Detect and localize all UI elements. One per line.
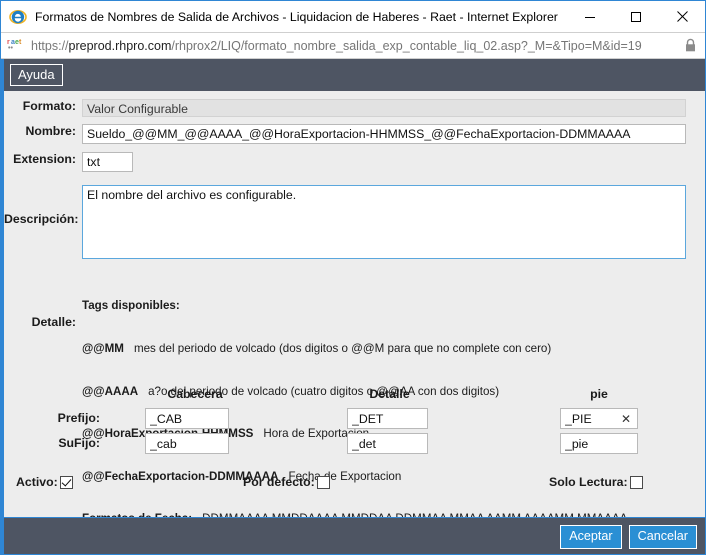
url-host: preprod.rhpro.com [68,38,172,53]
tags-title: Tags disponibles: [82,299,180,313]
sufijo-pie-input[interactable] [560,433,638,454]
tag-name: @@MM [82,342,124,356]
sufijo-cabecera-input[interactable] [145,433,229,454]
tag-line: @@MM mes del periodo de volcado (dos digi… [82,342,627,356]
option-solo-lectura[interactable]: Solo Lectura: [549,475,643,489]
help-button[interactable]: Ayuda [10,64,63,86]
column-header-cabecera: Cabecera [167,387,223,401]
affix-table: Cabecera Detalle pie Prefijo: ✕ SuFijo: [4,387,705,457]
detalle-label: Detalle: [31,315,76,329]
cancel-button[interactable]: Cancelar [628,524,697,549]
close-icon[interactable] [659,1,705,32]
field-row-descripcion: Descripción: El nombre del archivo es co… [4,185,705,259]
internet-explorer-icon [9,8,27,26]
extension-input[interactable] [82,152,133,172]
option-por-defecto[interactable]: Por defecto: [243,475,330,489]
clear-icon[interactable]: ✕ [621,413,631,425]
nombre-label: Nombre: [25,124,76,138]
nombre-input[interactable] [82,124,686,144]
form-area: Formato: Valor Configurable Nombre: Exte… [4,91,705,517]
page-content: Ayuda Formato: Valor Configurable Nombre… [1,59,705,554]
url-path: /rhprox2/LIQ/formato_nombre_salida_exp_c… [171,38,642,53]
sufijo-label: SuFijo: [58,436,100,450]
prefijo-label: Prefijo: [57,411,100,425]
field-row-formato: Formato: Valor Configurable [4,99,705,117]
window-controls [567,1,705,32]
minimize-icon[interactable] [567,1,613,32]
tag-desc: DDMMAAAA MMDDAAAA MMDDAA DDMMAA MMAA AAM… [202,512,627,517]
por-defecto-label: Por defecto: [243,475,315,489]
extension-label: Extension: [13,152,76,166]
tag-line: @@FechaExportacion-DDMMAAAA Fecha de Expo… [82,470,627,484]
descripcion-label: Descripción: [4,212,79,226]
tag-line: Formatos de Fecha: DDMMAAAA MMDDAAAA MMDD… [82,512,627,517]
activo-checkbox[interactable] [59,475,73,489]
column-header-detalle: Detalle [369,387,410,401]
site-favicon: r a e t •• [7,38,22,52]
por-defecto-checkbox[interactable] [316,475,330,489]
address-bar[interactable]: r a e t •• https://preprod.rhpro.com/rhp… [1,32,705,59]
prefijo-cabecera-input[interactable] [145,408,229,429]
field-row-extension: Extension: [4,152,705,172]
solo-lectura-label: Solo Lectura: [549,475,628,489]
tag-name: Formatos de Fecha: [82,512,192,517]
url-scheme: https:// [31,38,69,53]
sufijo-detalle-input[interactable] [347,433,428,454]
prefijo-detalle-input[interactable] [347,408,428,429]
url-text[interactable]: https://preprod.rhpro.com/rhprox2/LIQ/fo… [31,39,675,53]
maximize-icon[interactable] [613,1,659,32]
prefijo-pie-wrap: ✕ [560,408,638,429]
accept-button[interactable]: Aceptar [560,524,622,549]
lock-icon [675,38,705,53]
formato-label: Formato: [22,99,76,113]
option-activo[interactable]: Activo: [16,475,73,489]
formato-value: Valor Configurable [82,99,686,117]
tag-desc: mes del periodo de volcado (dos digitos … [133,342,552,356]
column-header-pie: pie [590,387,608,401]
title-bar: Formatos de Nombres de Salida de Archivo… [1,1,705,32]
footer-bar: Aceptar Cancelar [4,517,705,554]
descripcion-textarea[interactable]: El nombre del archivo es configurable. [82,185,686,259]
browser-window: Formatos de Nombres de Salida de Archivo… [0,0,706,555]
activo-label: Activo: [16,475,58,489]
solo-lectura-checkbox[interactable] [629,475,643,489]
field-row-nombre: Nombre: [4,124,705,144]
page-toolbar: Ayuda [4,59,705,91]
window-title: Formatos de Nombres de Salida de Archivo… [35,9,558,24]
